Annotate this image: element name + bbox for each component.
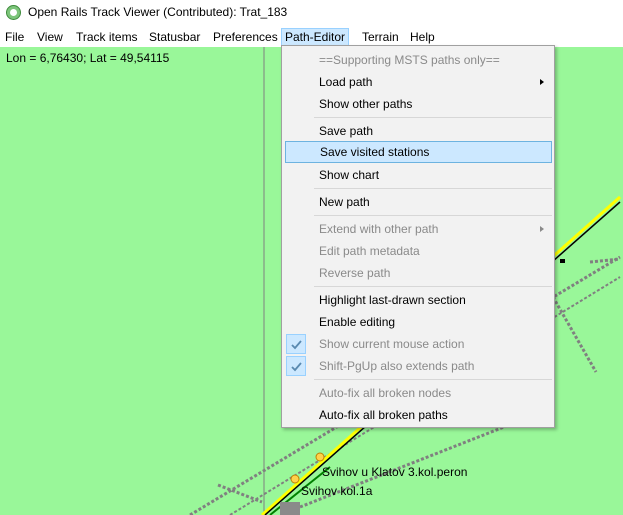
menu-item-label: Show chart	[319, 168, 380, 182]
menu-item-label: Auto-fix all broken nodes	[319, 386, 452, 400]
menu-bar: File View Track items Statusbar Preferen…	[0, 26, 623, 47]
menu-item-show-current-mouse-action: Show current mouse action	[284, 333, 552, 355]
menu-item-reverse-path: Reverse path	[284, 262, 552, 284]
menu-item-extend-with-other-path: Extend with other path	[284, 218, 552, 240]
menu-separator	[314, 379, 552, 380]
submenu-arrow-icon	[540, 226, 544, 232]
menu-item-label: Highlight last-drawn section	[319, 293, 466, 307]
menu-item-auto-fix-broken-nodes: Auto-fix all broken nodes	[284, 382, 552, 404]
menu-item-label: Shift-PgUp also extends path	[319, 359, 475, 373]
path-editor-dropdown-menu: ==Supporting MSTS paths only== Load path…	[281, 45, 555, 428]
station-label: Svihov u Klatov 3.kol.peron	[322, 465, 468, 479]
menu-track-items[interactable]: Track items	[73, 28, 141, 46]
menu-item-label: Auto-fix all broken paths	[319, 408, 448, 422]
menu-separator	[314, 117, 552, 118]
menu-preferences[interactable]: Preferences	[210, 28, 281, 46]
title-bar: Open Rails Track Viewer (Contributed): T…	[0, 0, 623, 26]
menu-item-edit-path-metadata: Edit path metadata	[284, 240, 552, 262]
menu-file[interactable]: File	[2, 28, 27, 46]
menu-item-label: Enable editing	[319, 315, 396, 329]
menu-item-label: Show other paths	[319, 97, 413, 111]
station-marker	[315, 452, 325, 462]
window-title: Open Rails Track Viewer (Contributed): T…	[28, 5, 288, 19]
menu-item-load-path[interactable]: Load path	[284, 71, 552, 93]
menu-item-label: Reverse path	[319, 266, 391, 280]
station-marker	[290, 474, 300, 484]
menu-item-show-other-paths[interactable]: Show other paths	[284, 93, 552, 115]
menu-item-enable-editing[interactable]: Enable editing	[284, 311, 552, 333]
menu-item-save-path[interactable]: Save path	[284, 120, 552, 142]
menu-item-show-chart[interactable]: Show chart	[284, 164, 552, 186]
track-line	[589, 257, 621, 264]
menu-item-highlight-last-drawn[interactable]: Highlight last-drawn section	[284, 289, 552, 311]
menu-item-shift-pgup-extends: Shift-PgUp also extends path	[284, 355, 552, 377]
menu-separator	[314, 286, 552, 287]
menu-view[interactable]: View	[34, 28, 66, 46]
menu-item-label: New path	[319, 195, 370, 209]
menu-item-new-path[interactable]: New path	[284, 191, 552, 213]
menu-separator	[314, 215, 552, 216]
menu-item-save-visited-stations[interactable]: Save visited stations	[285, 141, 552, 163]
menu-terrain[interactable]: Terrain	[359, 28, 402, 46]
menu-path-editor[interactable]: Path-Editor	[281, 28, 350, 46]
app-logo-icon	[6, 5, 21, 20]
menu-item-label: ==Supporting MSTS paths only==	[319, 53, 500, 67]
checkmark-icon	[286, 334, 306, 354]
menu-item-label: Edit path metadata	[319, 244, 420, 258]
submenu-arrow-icon	[540, 79, 544, 85]
menu-item-auto-fix-broken-paths[interactable]: Auto-fix all broken paths	[284, 404, 552, 426]
track-line	[551, 296, 598, 373]
menu-item-label: Load path	[319, 75, 373, 89]
node-marker	[560, 259, 565, 263]
menu-help[interactable]: Help	[407, 28, 438, 46]
checkmark-icon	[286, 356, 306, 376]
menu-item-label: Save visited stations	[320, 145, 430, 159]
menu-item-label: Extend with other path	[319, 222, 439, 236]
menu-item-label: Show current mouse action	[319, 337, 465, 351]
station-label: Svihov kol.1a	[301, 484, 373, 498]
menu-statusbar[interactable]: Statusbar	[146, 28, 203, 46]
menu-item-label: Save path	[319, 124, 374, 138]
platform-shape	[280, 502, 300, 515]
menu-item-supporting-msts: ==Supporting MSTS paths only==	[284, 49, 552, 71]
menu-separator	[314, 188, 552, 189]
